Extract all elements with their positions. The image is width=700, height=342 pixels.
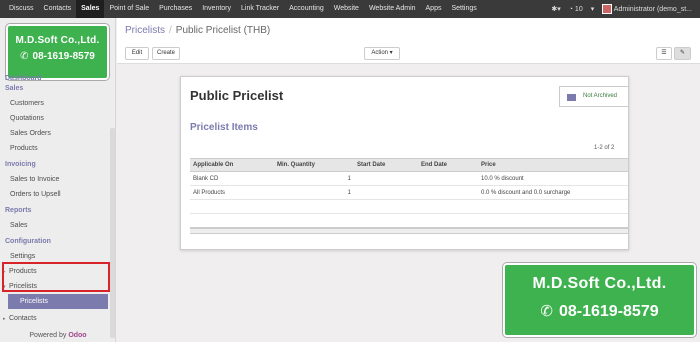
- sidebar-section-reports: Reports: [5, 207, 32, 214]
- section-heading: Pricelist Items: [190, 122, 258, 133]
- archive-toggle-button[interactable]: Not Archived: [559, 86, 629, 107]
- column-header[interactable]: End Date: [418, 158, 478, 172]
- sidebar-item-reports-sales[interactable]: Sales: [0, 218, 116, 233]
- column-header[interactable]: Min. Quantity: [274, 158, 354, 172]
- menu-settings[interactable]: Settings: [446, 0, 481, 18]
- menu-link-tracker[interactable]: Link Tracker: [236, 0, 284, 18]
- edit-button[interactable]: Edit: [125, 47, 149, 60]
- page-title: Public Pricelist: [190, 88, 284, 103]
- menu-accounting[interactable]: Accounting: [284, 0, 329, 18]
- form-sheet: Public Pricelist Not Archived Pricelist …: [180, 76, 629, 250]
- notification-icon: ◔: [568, 5, 573, 13]
- cell-start-date: [354, 185, 418, 200]
- top-navbar: Discuss Contacts Sales Point of Sale Pur…: [0, 0, 700, 18]
- menu-contacts[interactable]: Contacts: [39, 0, 77, 18]
- cell-price: 10.0 % discount: [478, 171, 628, 186]
- table-empty-row: [190, 199, 628, 214]
- company-phone-number: 08-1619-8579: [32, 51, 95, 62]
- bug-icon[interactable]: ✱▾: [551, 5, 560, 13]
- cell-price: 0.0 % discount and 0.0 surcharge: [478, 185, 628, 200]
- pricelists-highlight-box: [2, 262, 110, 292]
- table-empty-row: [190, 213, 628, 228]
- menu-website[interactable]: Website: [329, 0, 364, 18]
- notifications-button[interactable]: ◔ 10: [569, 6, 583, 13]
- sidebar-scrollbar[interactable]: [110, 128, 115, 338]
- odoo-link[interactable]: Odoo: [68, 332, 86, 339]
- sidebar-item-orders-to-upsell[interactable]: Orders to Upsell: [0, 187, 116, 202]
- cell-end-date: [418, 171, 478, 186]
- sidebar-item-products[interactable]: Products: [0, 141, 116, 156]
- cell-applicable-on: All Products: [190, 185, 274, 200]
- breadcrumb-separator: /: [169, 25, 172, 36]
- promo-card: M.D.Soft Co.,Ltd. ✆ 08-1619-8579: [503, 263, 696, 337]
- column-header[interactable]: Price: [478, 158, 628, 172]
- cell-applicable-on: Blank CD: [190, 171, 274, 186]
- chevron-down-icon[interactable]: ▾: [591, 5, 595, 13]
- form-view-icon[interactable]: ✎: [674, 47, 691, 60]
- create-button[interactable]: Create: [152, 47, 180, 60]
- cell-min-qty: 1: [274, 185, 354, 200]
- column-header[interactable]: Start Date: [354, 158, 418, 172]
- promo-phone: ✆ 08-1619-8579: [505, 302, 694, 321]
- pager[interactable]: 1-2 of 2: [594, 145, 614, 151]
- action-dropdown[interactable]: Action ▾: [364, 47, 400, 60]
- company-name: M.D.Soft Co.,Ltd.: [15, 35, 100, 46]
- pricelist-items-table: Applicable On Min. Quantity Start Date E…: [190, 158, 628, 234]
- systray: ✱▾ ◔ 10 ▾ Administrator (demo_st...: [551, 4, 700, 14]
- sidebar-item-customers[interactable]: Customers: [0, 96, 116, 111]
- company-phone: ✆ 08-1619-8579: [8, 51, 107, 62]
- sidebar-dashboard[interactable]: Dashboard: [0, 74, 116, 84]
- sidebar-item-quotations[interactable]: Quotations: [0, 111, 116, 126]
- table-row[interactable]: Blank CD 1 10.0 % discount: [190, 171, 628, 186]
- sidebar-section-sales: Sales: [5, 85, 24, 92]
- archive-label: Not Archived: [583, 93, 618, 99]
- column-header[interactable]: Applicable On: [190, 158, 274, 172]
- cell-start-date: [354, 171, 418, 186]
- breadcrumb: Pricelists / Public Pricelist (THB): [125, 25, 270, 36]
- phone-icon: ✆: [20, 51, 29, 62]
- sidebar-section-invoicing: Invoicing: [5, 161, 36, 168]
- sidebar-section-configuration: Configuration: [5, 238, 51, 245]
- sidebar-item-pricelists[interactable]: Pricelists: [8, 294, 108, 309]
- app-menu: Discuss Contacts Sales Point of Sale Pur…: [0, 0, 482, 18]
- list-view-icon[interactable]: ☰: [656, 47, 672, 60]
- control-panel: Pricelists / Public Pricelist (THB) Edit C…: [117, 18, 700, 64]
- archive-icon: [567, 94, 576, 101]
- phone-icon: ✆: [540, 303, 553, 320]
- user-menu[interactable]: Administrator (demo_st...: [602, 4, 692, 14]
- cell-min-qty: 1: [274, 171, 354, 186]
- sidebar-item-contacts-label: Contacts: [9, 315, 37, 322]
- powered-by: Powered by Odoo: [0, 332, 116, 339]
- table-footer-row: [190, 226, 628, 234]
- sidebar-item-sales-to-invoice[interactable]: Sales to Invoice: [0, 172, 116, 187]
- sidebar: M.D.Soft Co.,Ltd. ✆ 08-1619-8579 Dashboar…: [0, 18, 116, 342]
- menu-point-of-sale[interactable]: Point of Sale: [104, 0, 154, 18]
- promo-phone-number: 08-1619-8579: [558, 303, 659, 320]
- company-logo-card: M.D.Soft Co.,Ltd. ✆ 08-1619-8579: [6, 24, 109, 80]
- sidebar-item-sales-orders[interactable]: Sales Orders: [0, 126, 116, 141]
- menu-apps[interactable]: Apps: [421, 0, 447, 18]
- cell-end-date: [418, 185, 478, 200]
- menu-inventory[interactable]: Inventory: [197, 0, 236, 18]
- promo-company-name: M.D.Soft Co.,Ltd.: [532, 275, 667, 292]
- table-row[interactable]: All Products 1 0.0 % discount and 0.0 su…: [190, 185, 628, 200]
- breadcrumb-current: Public Pricelist (THB): [175, 25, 271, 36]
- sidebar-item-contacts[interactable]: ▸ Contacts: [0, 311, 116, 326]
- breadcrumb-pricelists[interactable]: Pricelists: [125, 25, 165, 36]
- user-name: Administrator (demo_st...: [613, 5, 692, 13]
- menu-discuss[interactable]: Discuss: [4, 0, 39, 18]
- notification-count: 10: [574, 5, 583, 13]
- avatar: [602, 4, 613, 14]
- menu-website-admin[interactable]: Website Admin: [364, 0, 421, 18]
- menu-purchases[interactable]: Purchases: [154, 0, 197, 18]
- powered-by-prefix: Powered by: [29, 332, 67, 339]
- menu-sales[interactable]: Sales: [76, 0, 105, 18]
- table-header-row: Applicable On Min. Quantity Start Date E…: [190, 158, 628, 172]
